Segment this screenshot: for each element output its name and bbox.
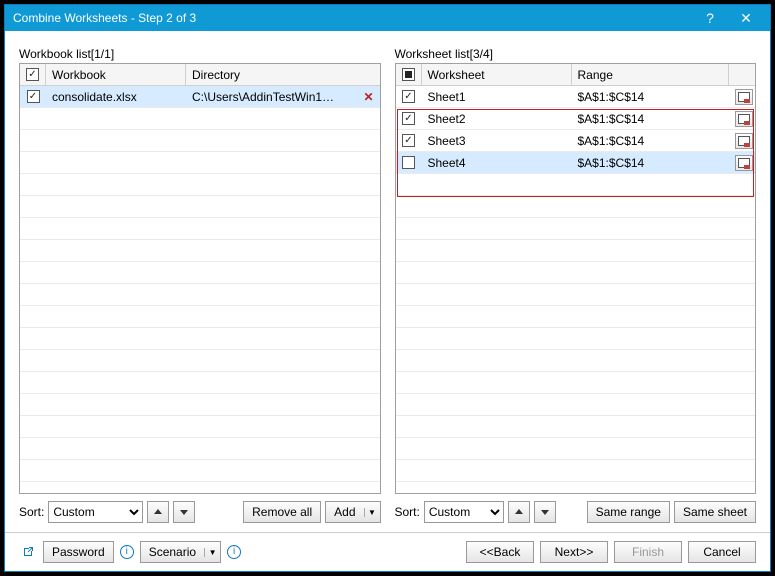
x-icon: ✕ <box>363 90 373 104</box>
directory-cell: C:\Users\AddinTestWin1… <box>186 90 358 104</box>
next-button[interactable]: Next>> <box>540 541 608 563</box>
table-row[interactable]: consolidate.xlsx C:\Users\AddinTestWin1…… <box>20 86 380 108</box>
directory-col-header[interactable]: Directory <box>186 64 380 85</box>
empty-rows <box>396 174 756 488</box>
info-icon[interactable]: i <box>227 545 241 559</box>
select-range-button[interactable] <box>733 133 755 149</box>
workbook-name-cell: consolidate.xlsx <box>46 90 186 104</box>
scenario-button[interactable]: Scenario ▼ <box>140 541 221 563</box>
password-button[interactable]: Password <box>43 541 114 563</box>
remove-row-button[interactable]: ✕ <box>358 90 380 104</box>
content-area: Workbook list[1/1] Workbook Directory co… <box>5 31 770 532</box>
range-col-header[interactable]: Range <box>572 64 730 85</box>
range-icon <box>735 89 753 105</box>
range-cell: $A$1:$C$14 <box>572 156 734 170</box>
dialog-window: Combine Worksheets - Step 2 of 3 ? ✕ Wor… <box>4 4 771 572</box>
range-icon <box>735 155 753 171</box>
checkbox-icon <box>27 90 40 103</box>
select-range-button[interactable] <box>733 111 755 127</box>
external-link-icon[interactable] <box>19 543 37 561</box>
worksheet-name-cell: Sheet3 <box>422 134 572 148</box>
help-button[interactable]: ? <box>692 5 728 31</box>
row-checkbox[interactable] <box>396 134 422 147</box>
row-checkbox[interactable] <box>20 90 46 103</box>
worksheet-name-cell: Sheet4 <box>422 156 572 170</box>
select-range-button[interactable] <box>733 155 755 171</box>
table-row[interactable]: Sheet1 $A$1:$C$14 <box>396 86 756 108</box>
worksheet-col-header[interactable]: Worksheet <box>422 64 572 85</box>
range-cell: $A$1:$C$14 <box>572 112 734 126</box>
table-row[interactable]: Sheet2 $A$1:$C$14 <box>396 108 756 130</box>
worksheet-name-cell: Sheet2 <box>422 112 572 126</box>
worksheet-name-cell: Sheet1 <box>422 90 572 104</box>
range-btn-col-header <box>729 64 755 85</box>
row-checkbox[interactable] <box>396 90 422 103</box>
worksheet-panel: Worksheet list[3/4] Worksheet Range Shee… <box>395 47 757 524</box>
move-down-button[interactable] <box>534 501 556 523</box>
titlebar: Combine Worksheets - Step 2 of 3 ? ✕ <box>5 5 770 31</box>
worksheet-grid-header: Worksheet Range <box>396 64 756 86</box>
sort-label: Sort: <box>395 505 420 519</box>
worksheet-grid: Worksheet Range Sheet1 $A$1:$C$14 Sheet2 <box>395 63 757 494</box>
scenario-button-label: Scenario <box>141 542 204 562</box>
move-down-button[interactable] <box>173 501 195 523</box>
checkbox-icon <box>402 90 415 103</box>
finish-button: Finish <box>614 541 682 563</box>
sort-select[interactable]: Custom <box>424 501 504 523</box>
checkbox-icon <box>402 156 415 169</box>
worksheet-select-all[interactable] <box>396 64 422 85</box>
range-icon <box>735 111 753 127</box>
checkbox-icon <box>402 68 415 81</box>
range-icon <box>735 133 753 149</box>
table-row[interactable]: Sheet3 $A$1:$C$14 <box>396 130 756 152</box>
chevron-down-icon: ▼ <box>204 548 220 557</box>
empty-rows <box>20 108 380 488</box>
row-checkbox[interactable] <box>396 112 422 125</box>
sort-select[interactable]: Custom <box>48 501 143 523</box>
info-icon[interactable]: i <box>120 545 134 559</box>
move-up-button[interactable] <box>508 501 530 523</box>
checkbox-icon <box>26 68 39 81</box>
add-button[interactable]: Add ▼ <box>325 501 380 523</box>
workbook-list-label: Workbook list[1/1] <box>19 47 381 61</box>
worksheet-footer: Sort: Custom Same range Same sheet <box>395 500 757 524</box>
workbook-select-all[interactable] <box>20 64 46 85</box>
same-range-button[interactable]: Same range <box>587 501 670 523</box>
range-cell: $A$1:$C$14 <box>572 134 734 148</box>
dialog-footer: Password i Scenario ▼ i <<Back Next>> Fi… <box>5 532 770 571</box>
remove-all-button[interactable]: Remove all <box>243 501 321 523</box>
worksheet-grid-body: Sheet1 $A$1:$C$14 Sheet2 $A$1:$C$14 Shee… <box>396 86 756 488</box>
move-up-button[interactable] <box>147 501 169 523</box>
cancel-button[interactable]: Cancel <box>688 541 756 563</box>
worksheet-list-label: Worksheet list[3/4] <box>395 47 757 61</box>
workbook-grid-header: Workbook Directory <box>20 64 380 86</box>
workbook-grid-body: consolidate.xlsx C:\Users\AddinTestWin1…… <box>20 86 380 488</box>
same-sheet-button[interactable]: Same sheet <box>674 501 756 523</box>
chevron-down-icon: ▼ <box>364 508 380 517</box>
workbook-panel: Workbook list[1/1] Workbook Directory co… <box>19 47 381 524</box>
workbook-grid: Workbook Directory consolidate.xlsx C:\U… <box>19 63 381 494</box>
checkbox-icon <box>402 134 415 147</box>
select-range-button[interactable] <box>733 89 755 105</box>
sort-label: Sort: <box>19 505 44 519</box>
add-button-label: Add <box>326 502 363 522</box>
workbook-col-header[interactable]: Workbook <box>46 64 186 85</box>
close-button[interactable]: ✕ <box>728 5 764 31</box>
window-title: Combine Worksheets - Step 2 of 3 <box>13 11 692 25</box>
back-button[interactable]: <<Back <box>466 541 534 563</box>
row-checkbox[interactable] <box>396 156 422 169</box>
range-cell: $A$1:$C$14 <box>572 90 734 104</box>
checkbox-icon <box>402 112 415 125</box>
workbook-footer: Sort: Custom Remove all Add ▼ <box>19 500 381 524</box>
table-row[interactable]: Sheet4 $A$1:$C$14 <box>396 152 756 174</box>
